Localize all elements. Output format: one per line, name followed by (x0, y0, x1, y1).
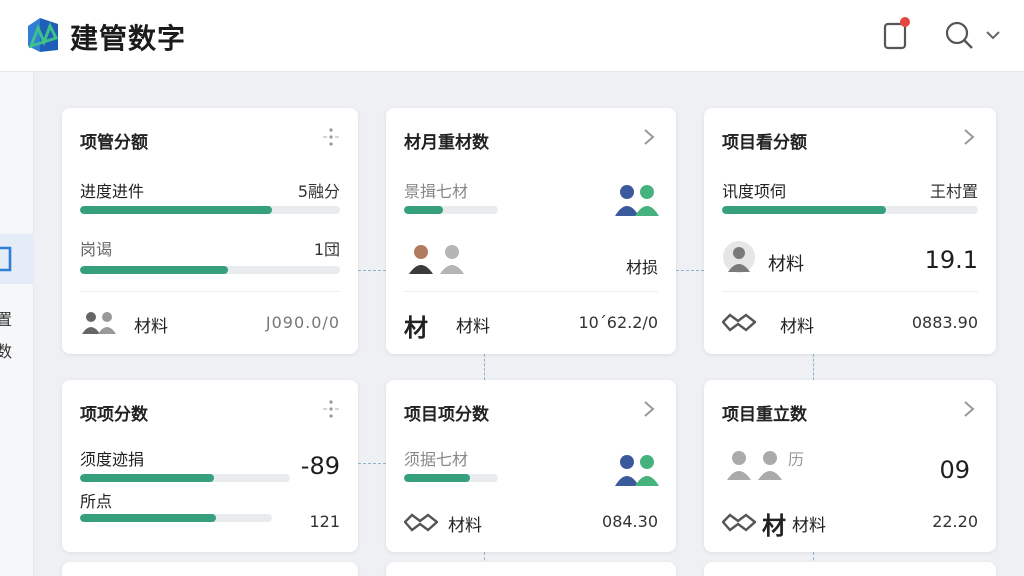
footer-value: 0883.90 (911, 313, 978, 332)
chevron-down-icon[interactable] (984, 26, 1002, 44)
progress-fill (80, 206, 273, 214)
card-title: 材月重材数 (404, 133, 489, 153)
search-icon[interactable] (944, 20, 974, 50)
metric-label: 进度进件 (80, 182, 145, 201)
metric-label: 所点 (80, 492, 113, 511)
divider (722, 291, 978, 292)
metric-label: 岗谒 (80, 240, 113, 259)
metric-value: 王村置 (929, 182, 978, 201)
users-icon (615, 185, 659, 216)
card-title: 项项分数 (80, 405, 148, 425)
app-title: 建管数字 (70, 22, 187, 55)
project-card[interactable]: 项目看分额 讯度项伺 王村置 材料 19.1 材料 0883.90 (704, 108, 996, 354)
project-card[interactable]: 材月重材数 景揖七材 材损 材 材料 10΄62.2/0 (386, 108, 676, 354)
project-card[interactable]: 项目重立数 历 09 材 材料 22.20 (704, 380, 996, 552)
material-glyph: 材 (404, 314, 428, 342)
project-card-partial[interactable] (62, 562, 358, 576)
connector-line (484, 354, 485, 380)
project-card[interactable]: 项管分额 进度进件 5融分 岗谒 1団 材料 J090.0/0 (62, 108, 358, 354)
connector-line (358, 270, 386, 271)
footer-value: J090.0/0 (265, 313, 340, 332)
connector-line (358, 463, 386, 464)
progress-track (722, 206, 978, 214)
footer-value: 084.30 (602, 512, 658, 531)
footer-value: 22.20 (932, 512, 978, 531)
progress-fill (722, 206, 886, 214)
chevron-right-icon[interactable] (638, 398, 660, 420)
divider (404, 291, 658, 292)
progress-fill (80, 474, 215, 482)
project-card[interactable]: 项目项分数 须据七材 材料 084.30 (386, 380, 676, 552)
handshake-icon (404, 513, 438, 532)
divider (80, 291, 340, 292)
progress-track (80, 206, 340, 214)
progress-track (80, 514, 272, 522)
connector-line (813, 354, 814, 380)
chevron-right-icon[interactable] (638, 126, 660, 148)
metric-label: 景揖七材 (404, 182, 469, 201)
material-glyph: 材 (762, 512, 786, 540)
card-title: 项目看分额 (722, 133, 807, 153)
users-icon (615, 455, 659, 486)
progress-track (80, 266, 340, 274)
project-card-partial[interactable] (386, 562, 676, 576)
metric-label: 历 (788, 450, 805, 469)
project-card[interactable]: 项项分数 须度迹捐 -89 所点 121 (62, 380, 358, 552)
footer-label: 材料 (792, 516, 826, 536)
metric-label: 须据七材 (404, 450, 469, 469)
sidebar-item-label[interactable]: 数 (0, 338, 12, 362)
progress-fill (80, 266, 229, 274)
progress-track (404, 206, 498, 214)
sidebar-item-label[interactable]: 置 (0, 306, 12, 330)
avatar-group-icon (409, 245, 464, 274)
metric-value: 09 (939, 456, 970, 484)
progress-fill (404, 206, 444, 214)
handshake-icon (722, 313, 756, 332)
project-card-partial[interactable] (704, 562, 996, 576)
app-header: 建管数字 (0, 0, 1024, 72)
handshake-icon (722, 513, 756, 532)
more-vertical-icon[interactable] (320, 398, 342, 420)
progress-track (404, 474, 498, 482)
card-title: 项目项分数 (404, 405, 489, 425)
metric-label: 材料 (768, 254, 804, 275)
more-vertical-icon[interactable] (320, 126, 342, 148)
metric-value: 121 (309, 512, 340, 531)
footer-value: 10΄62.2/0 (578, 313, 658, 332)
metric-label: 须度迹捐 (80, 450, 145, 469)
metric-label: 材损 (625, 258, 658, 277)
footer-label: 材料 (448, 516, 482, 536)
metric-label: 讯度项伺 (722, 182, 787, 201)
progress-fill (80, 514, 217, 522)
app-logo-icon (28, 18, 59, 52)
footer-label: 材料 (456, 317, 490, 337)
metric-value: 5融分 (297, 182, 340, 201)
metric-value: -89 (300, 452, 340, 480)
footer-label: 材料 (780, 317, 814, 337)
metric-value: 19.1 (924, 246, 978, 274)
avatar-group-icon (727, 451, 782, 480)
metric-value: 1団 (313, 240, 340, 259)
progress-track (80, 474, 290, 482)
connector-line (676, 270, 704, 271)
footer-label: 材料 (134, 317, 168, 337)
user-avatar-icon (723, 241, 755, 273)
card-title: 项目重立数 (722, 405, 807, 425)
team-icon (82, 312, 116, 334)
progress-fill (404, 474, 470, 482)
chevron-right-icon[interactable] (958, 126, 980, 148)
notification-badge (900, 17, 910, 27)
chevron-right-icon[interactable] (958, 398, 980, 420)
card-title: 项管分额 (80, 133, 148, 153)
building-icon (0, 246, 12, 272)
